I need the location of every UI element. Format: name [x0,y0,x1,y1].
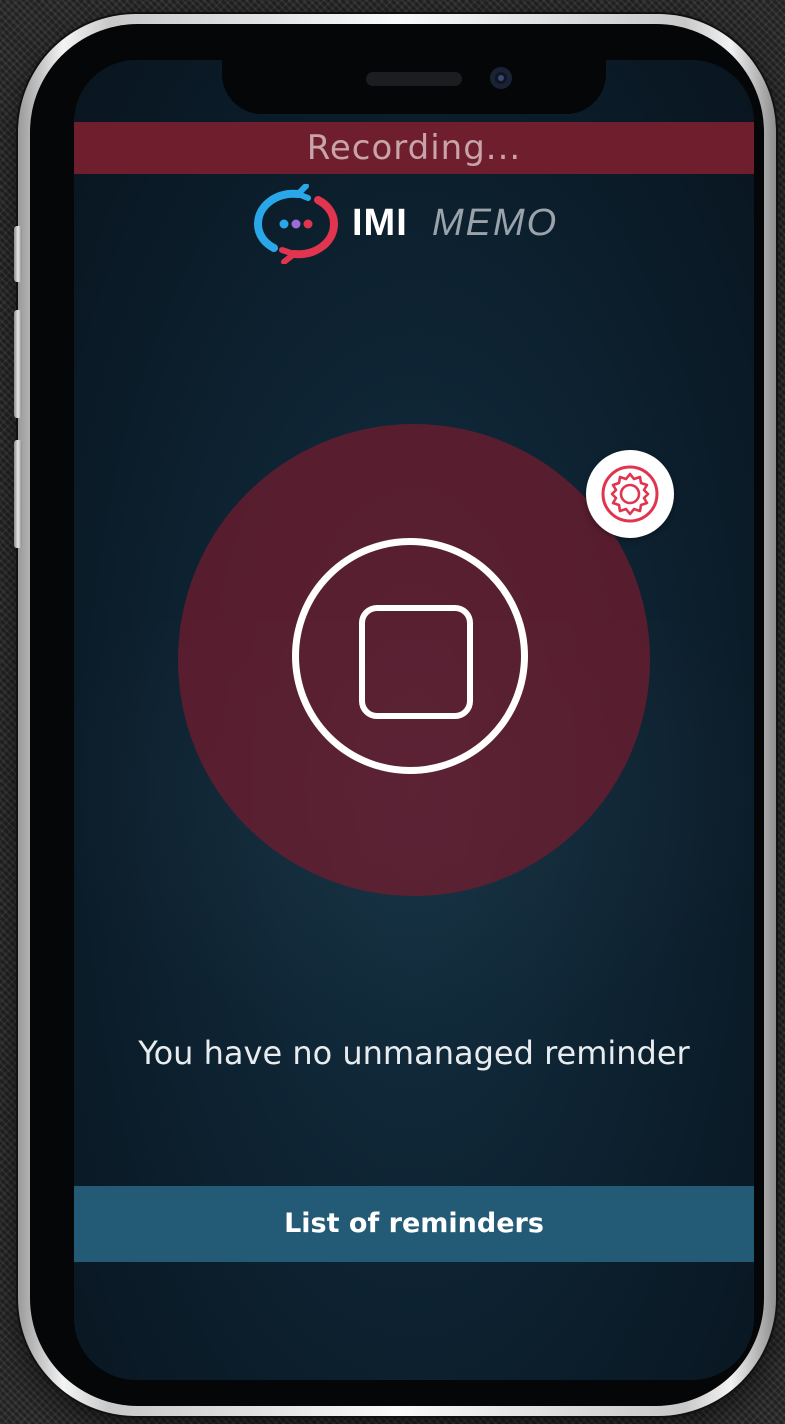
notch [222,60,606,114]
volume-up-button [14,310,22,418]
stop-icon [359,605,473,719]
settings-button[interactable] [586,450,674,538]
recording-status-bar: Recording... [74,122,754,174]
front-camera [490,67,512,89]
speaker-grille [366,72,462,86]
logo-text-memo: MEMO [432,202,559,244]
app-logo: IMI MEMO [250,184,610,264]
app-screen: Recording... IMI MEMO You have no unmana… [74,60,754,1380]
mute-switch [14,226,22,282]
logo-text-imi: IMI [352,202,408,244]
no-reminder-message: You have no unmanaged reminder [138,1034,690,1072]
stop-recording-button[interactable] [292,538,528,774]
list-of-reminders-button[interactable]: List of reminders [74,1186,754,1262]
volume-down-button [14,440,22,548]
chat-bubble-dots-icon [253,184,339,264]
gear-icon [601,465,659,523]
